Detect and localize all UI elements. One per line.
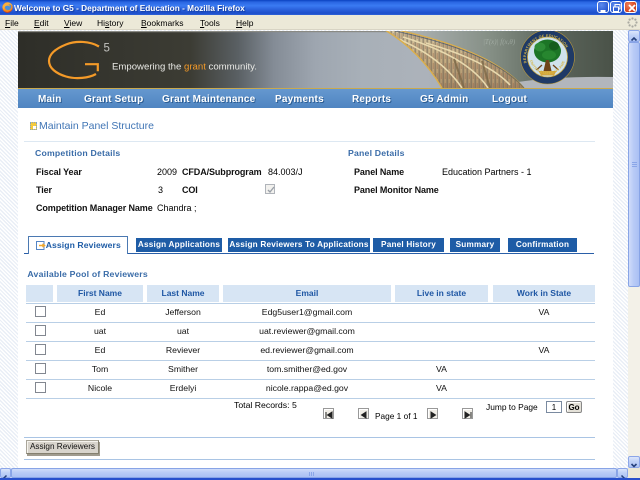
svg-text:|T(x)| f(x,θ): |T(x)| f(x,θ) — [483, 38, 516, 46]
svg-text:5: 5 — [104, 43, 110, 55]
svg-text:Empowering the grant community: Empowering the grant community. — [112, 62, 257, 73]
